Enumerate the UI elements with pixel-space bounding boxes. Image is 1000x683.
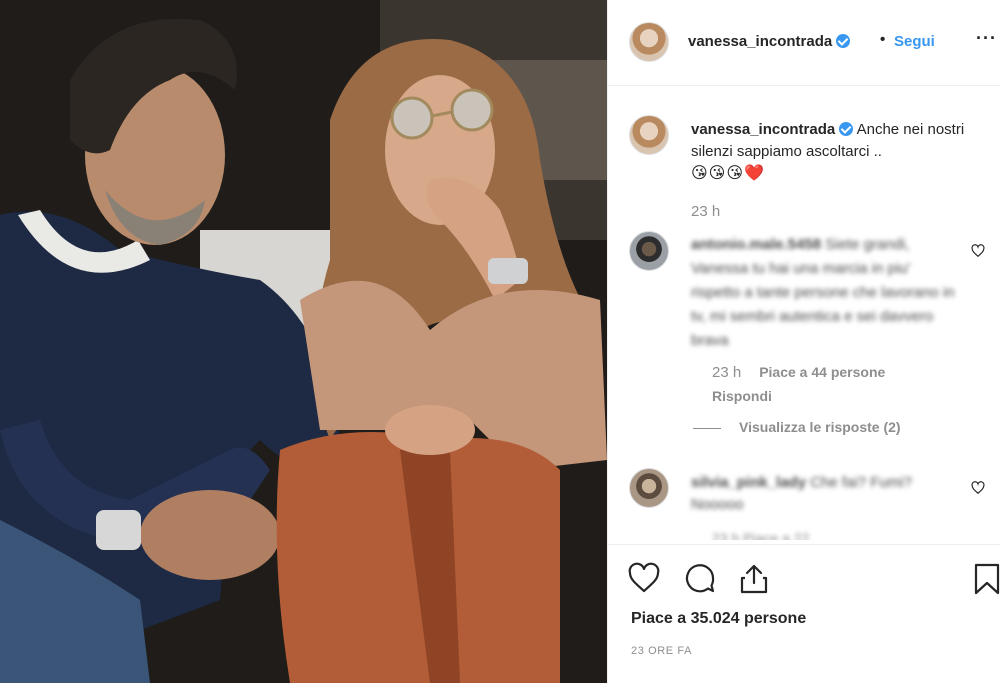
comment-item: antonio.male.5458 Siete grandi, Vanessa … <box>629 231 989 441</box>
author-username[interactable]: vanessa_incontrada <box>688 33 851 50</box>
comment-like-heart-icon[interactable] <box>971 244 985 258</box>
speech-bubble-icon <box>685 564 715 593</box>
view-replies-button[interactable]: Visualizza le risposte (2) <box>691 419 901 435</box>
comment-meta: 23 h Piace a 44 persone <box>712 364 885 381</box>
post-header: vanessa_incontrada • Segui ··· <box>608 0 1000 86</box>
follow-button[interactable]: Segui <box>894 33 935 50</box>
like-button[interactable] <box>627 562 661 596</box>
caption-time[interactable]: 23 h <box>691 203 720 220</box>
caption-username[interactable]: vanessa_incontrada <box>691 121 835 138</box>
separator-dot: • <box>880 31 886 48</box>
photo-illustration <box>0 0 607 683</box>
heart-icon <box>628 562 660 593</box>
author-username-text[interactable]: vanessa_incontrada <box>688 33 832 50</box>
commenter-username[interactable]: antonio.male.5458 <box>691 236 821 253</box>
commenter-avatar[interactable] <box>629 231 669 271</box>
commenter-avatar[interactable] <box>629 468 669 508</box>
comment-like-heart-icon[interactable] <box>971 481 985 495</box>
share-icon <box>740 564 768 594</box>
caption-emojis: 😘😘😘❤️ <box>691 165 765 182</box>
comment-likes[interactable]: Piace a 44 persone <box>759 364 885 380</box>
bookmark-icon <box>974 563 1000 595</box>
caption-avatar[interactable] <box>629 115 669 155</box>
share-button[interactable] <box>737 562 771 596</box>
save-button[interactable] <box>970 562 1000 596</box>
comment-button[interactable] <box>683 562 717 596</box>
more-options-icon[interactable]: ··· <box>976 28 997 49</box>
comment-text-block: antonio.male.5458 Siete grandi, Vanessa … <box>691 233 961 353</box>
verified-badge-icon <box>839 122 854 136</box>
post-photo[interactable] <box>0 0 607 683</box>
comment-text-block: silvia_pink_lady Che fai? Fumi? Nooooo <box>691 472 961 516</box>
view-replies-label: Visualizza le risposte (2) <box>739 419 901 435</box>
commenter-username[interactable]: silvia_pink_lady <box>691 474 806 491</box>
comments-section[interactable]: vanessa_incontrada Anche nei nostri sile… <box>608 87 1000 540</box>
post-likes-count[interactable]: Piace a 35.024 persone <box>631 610 806 628</box>
reply-button[interactable]: Rispondi <box>712 388 772 404</box>
comment-time[interactable]: 23 h <box>712 364 741 381</box>
comment-meta: 23 h Piace a 22 <box>712 530 810 540</box>
caption-text-block: vanessa_incontrada Anche nei nostri sile… <box>691 119 981 185</box>
action-bar: Piace a 35.024 persone 23 ORE FA <box>608 544 1000 683</box>
verified-badge-icon <box>836 34 851 48</box>
replies-line <box>693 427 721 429</box>
post-timestamp[interactable]: 23 ORE FA <box>631 645 692 657</box>
post-side-panel: vanessa_incontrada • Segui ··· vanessa_i… <box>607 0 1000 683</box>
comment-item: silvia_pink_lady Che fai? Fumi? Nooooo 2… <box>629 468 989 540</box>
author-avatar[interactable] <box>629 22 669 62</box>
